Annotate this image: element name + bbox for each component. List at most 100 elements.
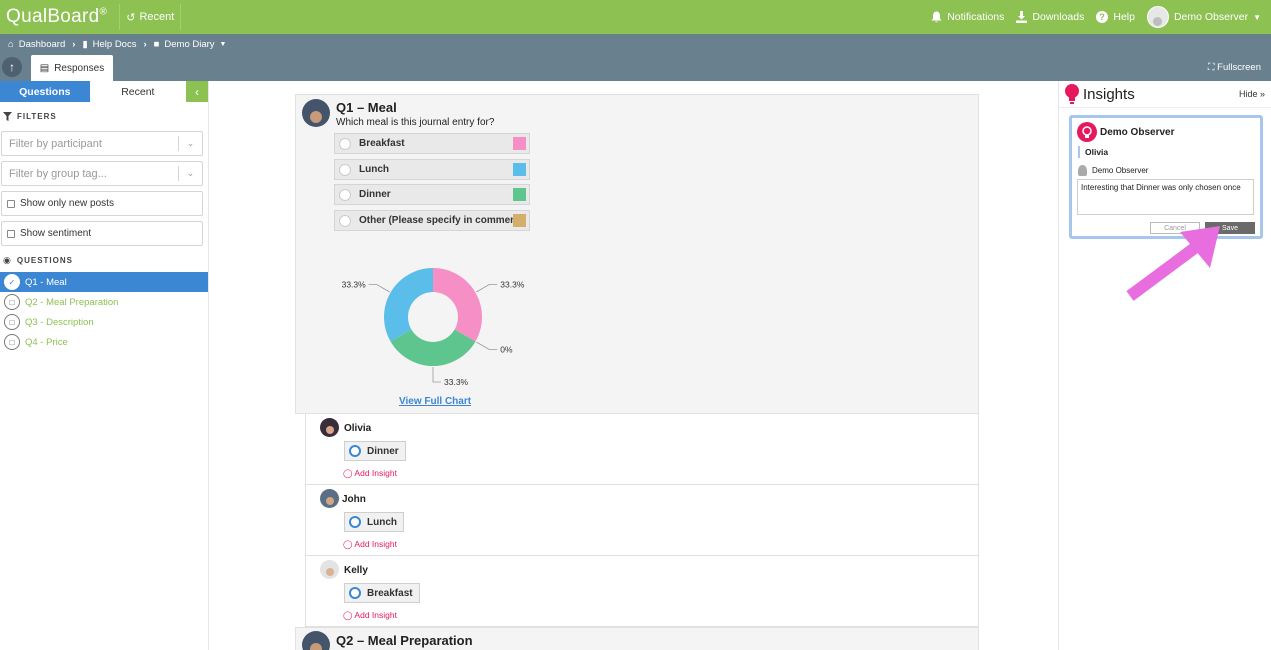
annotation-arrow bbox=[1126, 226, 1220, 301]
checkbox-icon bbox=[7, 199, 15, 208]
left-sidebar: Questions Recent ‹ FILTERS Filter by par… bbox=[0, 81, 209, 650]
answer-pill: Breakfast bbox=[344, 583, 420, 603]
list-icon: ▤ bbox=[39, 62, 50, 74]
data-label: 33.3% bbox=[342, 280, 367, 290]
add-insight-link[interactable]: ◯ Add Insight bbox=[343, 468, 397, 479]
question-card: Q1 – Meal Which meal is this journal ent… bbox=[295, 94, 979, 414]
lightbulb-icon: ◯ bbox=[343, 468, 353, 478]
home-icon: ⌂ bbox=[8, 39, 14, 50]
selected-radio-icon bbox=[349, 516, 361, 528]
pie-slice bbox=[384, 268, 433, 342]
chevron-right-icon: › bbox=[143, 39, 147, 50]
answer-item: John Lunch ◯ Add Insight bbox=[306, 485, 978, 556]
participant-name: Kelly bbox=[344, 565, 368, 576]
user-menu[interactable]: Demo Observer ▼ bbox=[1141, 0, 1267, 34]
selected-radio-icon bbox=[349, 445, 361, 457]
qualboard-logo[interactable]: QualBoard® bbox=[6, 6, 107, 28]
answer-item: Olivia Dinner ◯ Add Insight bbox=[306, 414, 978, 485]
breadcrumb-demo-diary[interactable]: Demo Diary bbox=[164, 39, 214, 50]
add-insight-link[interactable]: ◯ Add Insight bbox=[343, 539, 397, 550]
chevron-down-icon: ⌄ bbox=[178, 166, 202, 181]
questions-heading: ◉ QUESTIONS bbox=[3, 254, 73, 265]
checkbox-icon bbox=[7, 229, 15, 238]
chevron-right-icon: › bbox=[72, 39, 76, 50]
pie-slice bbox=[433, 268, 482, 342]
question-circle-icon: ? bbox=[1096, 11, 1109, 23]
answer-item: Kelly Breakfast ◯ Add Insight bbox=[306, 556, 978, 627]
caret-down-icon: ▼ bbox=[1253, 12, 1261, 22]
chevron-left-icon: ‹ bbox=[195, 84, 200, 99]
show-sentiment-checkbox[interactable]: Show sentiment bbox=[1, 221, 203, 246]
selected-radio-icon bbox=[349, 587, 361, 599]
question-card-q2: Q2 – Meal Preparation bbox=[295, 627, 979, 650]
bell-icon bbox=[931, 11, 942, 23]
comment-icon: □ bbox=[4, 314, 20, 330]
leader-line bbox=[476, 284, 498, 293]
question-item-q3[interactable]: □ Q3 - Description bbox=[0, 312, 208, 332]
question-item-q4[interactable]: □ Q4 - Price bbox=[0, 332, 208, 352]
answer-pill: Lunch bbox=[344, 512, 404, 532]
participant-avatar bbox=[320, 560, 339, 579]
data-label: 33.3% bbox=[444, 377, 469, 387]
chevron-down-icon: ⌄ bbox=[178, 136, 202, 151]
breadcrumb-dashboard[interactable]: Dashboard bbox=[19, 39, 65, 50]
participant-name: John bbox=[342, 494, 366, 505]
hide-insights-button[interactable]: Hide » bbox=[1239, 89, 1265, 99]
caret-down-icon: ▼ bbox=[219, 41, 227, 48]
moderator-avatar bbox=[302, 631, 330, 650]
check-circle-icon: ✓ bbox=[4, 274, 20, 290]
recent-button[interactable]: ↺ Recent bbox=[119, 4, 182, 30]
breadcrumb-bar: ⌂ Dashboard › ▮ Help Docs › ■ Demo Diary… bbox=[0, 34, 1271, 81]
user-avatar bbox=[1146, 6, 1169, 28]
user-icon bbox=[1078, 165, 1087, 176]
expand-icon: ⛶ bbox=[1207, 62, 1215, 73]
filter-icon bbox=[3, 111, 12, 121]
breadcrumb-help-docs[interactable]: Help Docs bbox=[93, 39, 137, 50]
collapse-sidebar-button[interactable]: ‹ bbox=[186, 81, 208, 102]
comments-icon: ◉ bbox=[3, 254, 12, 265]
filters-heading: FILTERS bbox=[0, 106, 208, 126]
top-bar: QualBoard® ↺ Recent Notifications Downlo… bbox=[0, 0, 1271, 34]
donut-chart: 33.3% 0% 33.3% 33.3% bbox=[342, 268, 525, 387]
insight-participant: Olivia bbox=[1078, 146, 1108, 158]
svg-text:?: ? bbox=[1100, 12, 1106, 22]
filter-group-select[interactable]: Filter by group tag... ⌄ bbox=[1, 161, 203, 186]
responses-main: Q1 – Meal Which meal is this journal ent… bbox=[295, 94, 979, 627]
tab-questions[interactable]: Questions bbox=[0, 81, 90, 102]
show-new-posts-checkbox[interactable]: Show only new posts bbox=[1, 191, 203, 216]
question-title: Q2 – Meal Preparation bbox=[336, 633, 473, 648]
folder-icon: ▮ bbox=[82, 39, 88, 50]
comment-icon: □ bbox=[4, 294, 20, 310]
answer-pill: Dinner bbox=[344, 441, 406, 461]
double-chevron-right-icon: » bbox=[1259, 89, 1265, 99]
question-item-q1[interactable]: ✓ Q1 - Meal bbox=[0, 272, 208, 292]
tab-responses[interactable]: ▤ Responses bbox=[31, 55, 113, 81]
book-icon: ■ bbox=[153, 39, 160, 50]
help-button[interactable]: ? Help bbox=[1090, 0, 1141, 34]
comment-icon: □ bbox=[4, 334, 20, 350]
participant-name: Olivia bbox=[344, 423, 372, 434]
insights-panel: Insights Hide » Demo Observer Olivia Dem… bbox=[1058, 81, 1271, 650]
notifications-button[interactable]: Notifications bbox=[925, 0, 1010, 34]
filter-participant-select[interactable]: Filter by participant ⌄ bbox=[1, 131, 203, 156]
lightbulb-icon: ◯ bbox=[343, 539, 353, 549]
fullscreen-button[interactable]: ⛶ Fullscreen bbox=[1208, 62, 1261, 73]
add-insight-link[interactable]: ◯ Add Insight bbox=[343, 610, 397, 621]
back-up-button[interactable]: ↑ bbox=[2, 57, 22, 77]
lightbulb-icon bbox=[1077, 122, 1097, 142]
tab-recent[interactable]: Recent bbox=[89, 81, 187, 102]
data-label: 33.3% bbox=[500, 280, 525, 290]
leader-line bbox=[368, 284, 390, 293]
lightbulb-icon: ◯ bbox=[343, 610, 353, 620]
view-full-chart-link[interactable]: View Full Chart bbox=[399, 396, 471, 407]
insights-title: Insights bbox=[1083, 85, 1135, 103]
downloads-button[interactable]: Downloads bbox=[1010, 0, 1090, 34]
breadcrumb: ⌂ Dashboard › ▮ Help Docs › ■ Demo Diary… bbox=[8, 39, 226, 50]
leader-line bbox=[476, 341, 498, 350]
leader-line bbox=[432, 367, 441, 383]
history-icon: ↺ bbox=[126, 11, 136, 24]
download-icon bbox=[1016, 11, 1028, 23]
insight-text-field[interactable] bbox=[1077, 179, 1254, 215]
question-item-q2[interactable]: □ Q2 - Meal Preparation bbox=[0, 292, 208, 312]
insight-author: Demo Observer bbox=[1078, 165, 1148, 176]
